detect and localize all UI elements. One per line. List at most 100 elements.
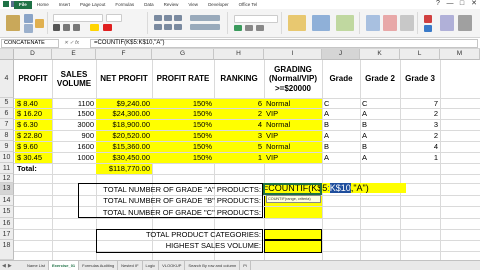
total-label[interactable]: Total: bbox=[15, 164, 95, 174]
row-header-8[interactable]: 8 bbox=[0, 130, 14, 141]
cell-ranking[interactable]: 2 bbox=[214, 109, 264, 119]
cell-profit[interactable]: $ 16.20 bbox=[15, 109, 52, 119]
grade-b-label[interactable]: TOTAL NUMBER OF GRADE "B" PRODUCTS: bbox=[78, 196, 263, 206]
cell-profit-rate[interactable]: 150% bbox=[152, 153, 214, 163]
tab-data[interactable]: Data bbox=[139, 1, 159, 9]
tab-file[interactable]: File bbox=[14, 1, 32, 9]
scroll-left-icon[interactable]: ◀ bbox=[2, 262, 6, 270]
cell-profit-rate[interactable]: 150% bbox=[152, 120, 214, 130]
cell-volume[interactable]: 1600 bbox=[52, 142, 96, 152]
tab-office-tel[interactable]: Office Tel bbox=[234, 1, 263, 9]
cell-ranking[interactable]: 1 bbox=[214, 153, 264, 163]
grade-a-label[interactable]: TOTAL NUMBER OF GRADE "A" PRODUCTS: bbox=[78, 184, 263, 195]
insert-cells-icon[interactable] bbox=[366, 15, 380, 31]
tab-review[interactable]: Review bbox=[159, 1, 184, 9]
align-middle-icon[interactable] bbox=[164, 15, 172, 21]
cell-net-profit[interactable]: $18,900.00 bbox=[96, 120, 152, 130]
cell-grade-3[interactable]: 4 bbox=[400, 142, 440, 152]
column-header-l[interactable]: L bbox=[400, 49, 440, 60]
help-button[interactable]: ? bbox=[432, 0, 444, 8]
cell-profit[interactable]: $ 9.60 bbox=[15, 142, 52, 152]
row-header-7[interactable]: 7 bbox=[0, 119, 14, 130]
cell-grading[interactable]: VIP bbox=[264, 131, 322, 141]
autosum-icon[interactable] bbox=[424, 15, 432, 23]
tab-page-layout[interactable]: Page Layout bbox=[75, 1, 110, 9]
cell-profit-rate[interactable]: 150% bbox=[152, 142, 214, 152]
highest-sales-label[interactable]: HIGHEST SALES VOLUME: bbox=[96, 241, 263, 251]
delete-cells-icon[interactable] bbox=[383, 15, 397, 31]
cell-grade[interactable]: C bbox=[322, 99, 360, 108]
cell-net-profit[interactable]: $20,520.00 bbox=[96, 131, 152, 141]
row-header-13[interactable]: 13 bbox=[0, 183, 14, 195]
tab-developer[interactable]: Developer bbox=[203, 1, 234, 9]
sheet-tab-search-by-row-column[interactable]: Search By row and column bbox=[185, 261, 241, 270]
header-sales-volume[interactable]: SALES VOLUME bbox=[52, 60, 96, 98]
cell-grade-3[interactable]: 2 bbox=[400, 131, 440, 141]
total-net-profit[interactable]: $118,770.00 bbox=[96, 164, 152, 174]
column-header-m[interactable]: M bbox=[440, 49, 480, 60]
cell-grade-2[interactable]: C bbox=[360, 99, 400, 108]
format-painter-icon[interactable] bbox=[35, 19, 44, 28]
column-header-f[interactable]: F bbox=[96, 49, 152, 60]
column-header-h[interactable]: H bbox=[214, 49, 264, 60]
header-ranking[interactable]: RANKING bbox=[214, 60, 264, 98]
sheet-tab-formulas-auditing[interactable]: Formulas Auditing bbox=[79, 261, 119, 270]
currency-icon[interactable] bbox=[234, 25, 242, 31]
cell-grading[interactable]: VIP bbox=[264, 109, 322, 119]
cell-profit-rate[interactable]: 150% bbox=[152, 109, 214, 119]
row-header-5[interactable]: 5 bbox=[0, 98, 14, 108]
cell-grade[interactable]: B bbox=[322, 120, 360, 130]
cell-profit[interactable]: $ 30.45 bbox=[15, 153, 52, 163]
cell-net-profit[interactable]: $24,300.00 bbox=[96, 109, 152, 119]
format-cells-icon[interactable] bbox=[400, 15, 414, 31]
name-box[interactable]: CONCATENATE bbox=[1, 39, 59, 48]
header-grade[interactable]: Grade bbox=[322, 60, 360, 98]
cell-grade[interactable]: A bbox=[322, 153, 360, 163]
cell-grade-2[interactable]: A bbox=[360, 131, 400, 141]
copy-icon[interactable] bbox=[24, 24, 33, 33]
row-header-17[interactable]: 17 bbox=[0, 229, 14, 240]
maximize-button[interactable]: □ bbox=[456, 0, 468, 8]
cell-grade-3[interactable]: 7 bbox=[400, 99, 440, 108]
grade-c-result[interactable] bbox=[264, 207, 322, 218]
font-name-dropdown[interactable] bbox=[53, 14, 103, 22]
comma-icon[interactable] bbox=[256, 25, 264, 31]
row-header-16[interactable]: 16 bbox=[0, 218, 14, 229]
cell-volume[interactable]: 1500 bbox=[52, 109, 96, 119]
cell-volume[interactable]: 900 bbox=[52, 131, 96, 141]
sheet-tab-logic[interactable]: Logic bbox=[143, 261, 160, 270]
cell-profit[interactable]: $ 6.30 bbox=[15, 120, 52, 130]
cell-grade-3[interactable]: 1 bbox=[400, 153, 440, 163]
minimize-button[interactable]: — bbox=[444, 0, 456, 8]
formula-input[interactable]: =COUNTIF(K$5:K$10,"A") bbox=[90, 39, 478, 48]
fx-label[interactable]: ✕ ✓ fx bbox=[64, 39, 86, 48]
sheet-tab-vlookup[interactable]: VLOOKUP bbox=[159, 261, 186, 270]
cell-grade[interactable]: A bbox=[322, 109, 360, 119]
fill-icon[interactable] bbox=[424, 25, 432, 32]
cell-net-profit[interactable]: $30,450.00 bbox=[96, 153, 152, 163]
column-header-d[interactable]: D bbox=[14, 49, 52, 60]
cell-net-profit[interactable]: $9,240.00 bbox=[96, 99, 152, 108]
cell-grade-3[interactable]: 3 bbox=[400, 120, 440, 130]
cell-ranking[interactable]: 6 bbox=[214, 99, 264, 108]
cell-grade-2[interactable]: A bbox=[360, 153, 400, 163]
scroll-right-icon[interactable]: ▶ bbox=[8, 262, 12, 270]
cell-grading[interactable]: Normal bbox=[264, 99, 322, 108]
cell-grade-3[interactable]: 2 bbox=[400, 109, 440, 119]
tab-insert[interactable]: Insert bbox=[54, 1, 75, 9]
cell-ranking[interactable]: 3 bbox=[214, 131, 264, 141]
header-grade-2[interactable]: Grade 2 bbox=[360, 60, 400, 98]
sheet-tab-exercise-01[interactable]: Exercise_01 bbox=[49, 261, 80, 270]
font-size-dropdown[interactable] bbox=[106, 14, 122, 22]
column-header-i[interactable]: I bbox=[264, 49, 322, 60]
tab-view[interactable]: View bbox=[183, 1, 203, 9]
header-grading[interactable]: GRADING (Normal/VIP) >=$20000 bbox=[264, 60, 322, 98]
header-profit-rate[interactable]: PROFIT RATE bbox=[152, 60, 214, 98]
row-header-4[interactable]: 4 bbox=[0, 60, 14, 98]
row-header-10[interactable]: 10 bbox=[0, 152, 14, 163]
categories-label[interactable]: TOTAL PRODUCT CATEGORIES: bbox=[96, 230, 263, 240]
format-as-table-icon[interactable] bbox=[312, 15, 330, 31]
cell-grading[interactable]: VIP bbox=[264, 153, 322, 163]
cell-profit[interactable]: $ 8.40 bbox=[15, 99, 52, 108]
bold-icon[interactable] bbox=[53, 24, 60, 31]
